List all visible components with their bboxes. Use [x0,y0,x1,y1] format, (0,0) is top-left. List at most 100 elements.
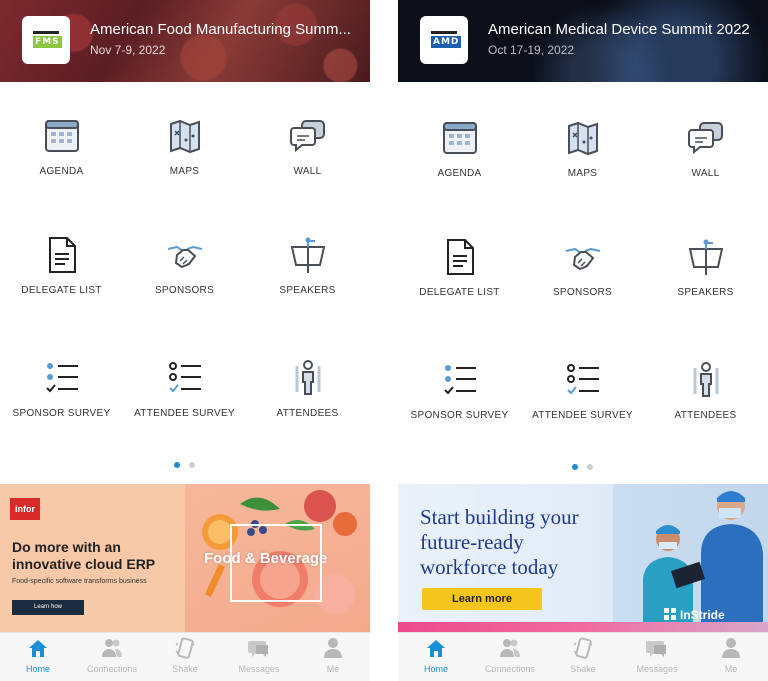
tab-bar: Home Connections Shake Messages Me [398,632,768,681]
chat-bubbles-icon [686,118,726,158]
instride-logo-icon [664,608,676,620]
tile-label: DELEGATE LIST [21,285,102,296]
tile-label: SPEAKERS [279,285,336,296]
person-icon [322,637,344,659]
tile-wall[interactable]: WALL [246,116,369,216]
tile-label: SPONSOR SURVEY [12,408,111,419]
ad-overlay-text: Food & Beverage [204,550,328,567]
ad-line-1: Start building your [420,505,579,529]
tab-label: Messages [636,664,678,674]
messages-icon [646,637,668,659]
checklist-icon [165,358,205,398]
tab-shake[interactable]: Shake [148,637,222,681]
tile-maps[interactable]: MAPS [123,116,246,216]
tile-delegate-list[interactable]: DELEGATE LIST [0,235,123,335]
tab-bar: Home Connections Shake Messages Me [0,632,370,681]
ad-banner[interactable]: infor Do more with an innovative cloud E… [0,484,370,632]
ad-line-2: future-ready [420,530,524,554]
tile-agenda[interactable]: AGENDA [398,118,521,218]
tile-sponsors[interactable]: SPONSORS [521,237,644,337]
learn-more-button[interactable]: Learn more [422,588,542,610]
tab-connections[interactable]: Connections [75,637,149,681]
ad-banner[interactable]: Start building your future-ready workfor… [398,484,768,632]
podium-icon [288,235,328,275]
document-icon [42,235,82,275]
tab-label: Connections [484,664,536,674]
event-header: FMS American Food Manufacturing Summ... … [0,0,370,82]
ad-stripe [398,622,768,632]
checklist-icon [42,358,82,398]
tile-label: SPONSORS [154,285,215,296]
infor-logo: infor [10,498,40,520]
tab-me[interactable]: Me [296,637,370,681]
checklist-icon [440,360,480,400]
tab-label: Home [423,664,448,674]
event-title: American Food Manufacturing Summ... [90,21,351,38]
shake-icon [572,637,594,659]
logo-text: AMD [431,36,462,48]
checklist-icon [563,360,603,400]
page-dot-active[interactable] [174,462,180,468]
document-icon [440,237,480,277]
page-dot[interactable] [189,462,195,468]
home-icon [27,637,49,659]
tile-attendee-survey[interactable]: ATTENDEE SURVEY [521,360,644,460]
tile-label: SPEAKERS [677,287,734,298]
tab-home[interactable]: Home [1,637,75,681]
ad-line-3: workforce today [420,555,559,579]
tile-speakers[interactable]: SPEAKERS [644,237,767,337]
tile-sponsor-survey[interactable]: SPONSOR SURVEY [0,358,123,458]
logo-text: FMS [33,36,62,48]
tile-label: MAPS [169,166,200,177]
ad-headline: Do more with an innovative cloud ERP [12,539,156,572]
tab-label: Home [25,664,50,674]
person-standing-icon [288,358,328,398]
tile-attendee-survey[interactable]: ATTENDEE SURVEY [123,358,246,458]
connections-icon [499,637,521,659]
tab-label: Connections [86,664,138,674]
tile-sponsors[interactable]: SPONSORS [123,235,246,335]
tab-shake[interactable]: Shake [546,637,620,681]
tile-label: ATTENDEE SURVEY [134,408,235,419]
tab-messages[interactable]: Messages [222,637,296,681]
event-logo: FMS [22,16,70,64]
tile-label: DELEGATE LIST [419,287,500,298]
tile-label: AGENDA [39,166,84,177]
tile-sponsor-survey[interactable]: SPONSOR SURVEY [398,360,521,460]
connections-icon [101,637,123,659]
tab-connections[interactable]: Connections [473,637,547,681]
event-date: Nov 7-9, 2022 [90,43,166,57]
event-logo: AMD [420,16,468,64]
podium-icon [686,237,726,277]
home-icon [425,637,447,659]
tile-speakers[interactable]: SPEAKERS [246,235,369,335]
tile-label: WALL [691,168,720,179]
handshake-icon [563,237,603,277]
tile-delegate-list[interactable]: DELEGATE LIST [398,237,521,337]
person-icon [720,637,742,659]
page-dot-active[interactable] [572,464,578,470]
messages-icon [248,637,270,659]
event-header: AMD American Medical Device Summit 2022 … [398,0,768,82]
tab-me[interactable]: Me [694,637,768,681]
map-icon [563,118,603,158]
tab-home[interactable]: Home [399,637,473,681]
learn-how-button[interactable]: Learn how [12,600,84,615]
phone-medical-summit: AMD American Medical Device Summit 2022 … [398,0,768,681]
page-indicator[interactable] [0,462,370,470]
tab-messages[interactable]: Messages [620,637,694,681]
page-dot[interactable] [587,464,593,470]
tile-agenda[interactable]: AGENDA [0,116,123,216]
tile-label: SPONSORS [552,287,613,298]
tile-label: ATTENDEES [674,410,737,421]
tile-attendees[interactable]: ATTENDEES [644,360,767,460]
tab-label: Shake [570,664,596,674]
tile-attendees[interactable]: ATTENDEES [246,358,369,458]
tile-wall[interactable]: WALL [644,118,767,218]
tile-label: SPONSOR SURVEY [410,410,509,421]
map-icon [165,116,205,156]
page-indicator[interactable] [398,464,768,472]
tile-maps[interactable]: MAPS [521,118,644,218]
tab-label: Me [724,664,738,674]
tab-label: Me [326,664,340,674]
